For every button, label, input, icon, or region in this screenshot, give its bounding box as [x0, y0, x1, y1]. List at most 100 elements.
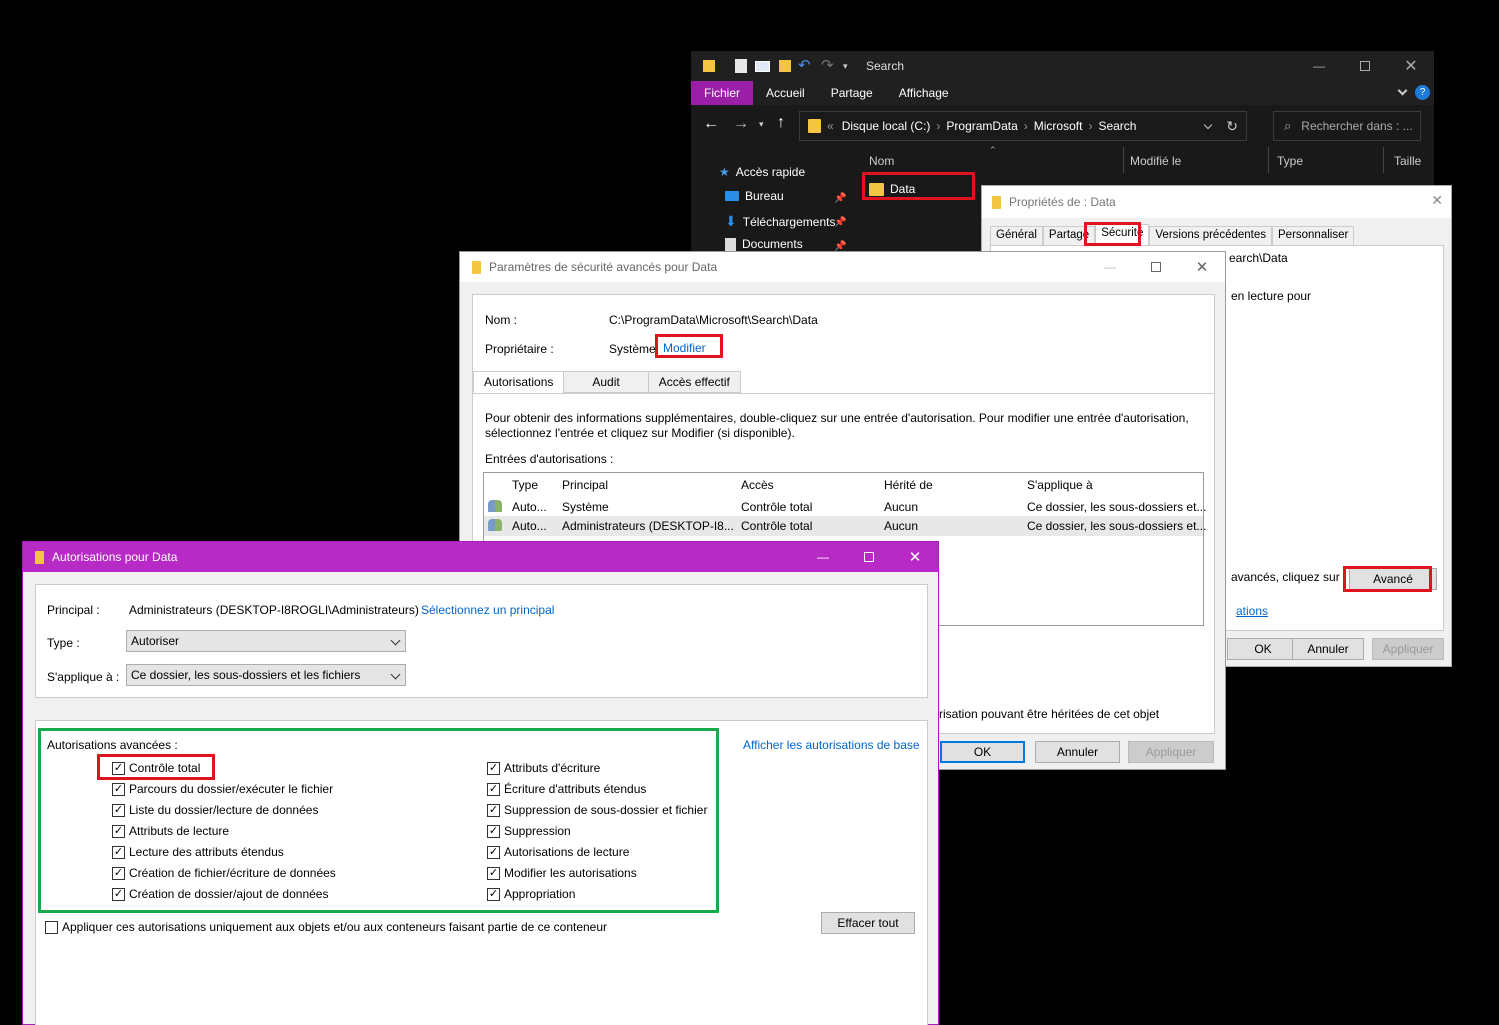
address-bar[interactable]: « Disque local (C:) › ProgramData › Micr…	[799, 111, 1247, 141]
checkbox-checked[interactable]: ✓	[112, 824, 125, 838]
checkbox-checked[interactable]: ✓	[487, 866, 500, 880]
checkbox-full-control[interactable]: ✓ Contrôle total	[112, 761, 200, 775]
tab-partage[interactable]: Partage	[818, 81, 886, 105]
new-window-icon[interactable]	[755, 61, 770, 72]
minimize-button[interactable]: —	[1087, 252, 1133, 282]
ok-button[interactable]: OK	[940, 741, 1025, 763]
crumb-local-disk[interactable]: Disque local (C:)	[842, 119, 931, 133]
tab-audit[interactable]: Audit	[563, 371, 649, 393]
maximize-button[interactable]	[1133, 252, 1179, 282]
tab-acces-effectif[interactable]: Accès effectif	[647, 371, 741, 393]
col-acces[interactable]: Accès	[741, 478, 774, 492]
apply-button[interactable]: Appliquer	[1128, 741, 1214, 763]
tab-accueil[interactable]: Accueil	[753, 81, 818, 105]
checkbox-write-attributes[interactable]: ✓ Attributs d'écriture	[487, 761, 600, 775]
refresh-icon[interactable]: ↻	[1226, 118, 1238, 135]
close-button[interactable]: ✕	[892, 542, 938, 572]
recent-locations-icon[interactable]: ▾	[759, 119, 764, 130]
close-button[interactable]: ✕	[1179, 252, 1225, 282]
learn-more-link[interactable]: ations	[1236, 604, 1268, 618]
checkbox-apply-only[interactable]: Appliquer ces autorisations uniquement a…	[45, 920, 607, 934]
col-type[interactable]: Type	[1277, 154, 1303, 168]
checkbox-read-permissions[interactable]: ✓ Autorisations de lecture	[487, 845, 629, 859]
checkbox-checked[interactable]: ✓	[112, 866, 125, 880]
tab-versions[interactable]: Versions précédentes	[1149, 226, 1272, 246]
advanced-button[interactable]: Avancé	[1349, 568, 1437, 590]
tab-personnaliser[interactable]: Personnaliser	[1272, 226, 1355, 246]
tab-securite[interactable]: Sécurité	[1095, 224, 1150, 246]
checkbox-read-attributes[interactable]: ✓ Attributs de lecture	[112, 824, 229, 838]
maximize-button[interactable]	[846, 542, 892, 572]
table-row[interactable]: Auto... Administrateurs (DESKTOP-I8... C…	[484, 516, 1206, 536]
col-type[interactable]: Type	[512, 478, 538, 492]
checkbox-take-ownership[interactable]: ✓ Appropriation	[487, 887, 575, 901]
checkbox-checked[interactable]: ✓	[487, 887, 500, 901]
col-applique[interactable]: S'applique à	[1027, 478, 1093, 492]
col-modifie[interactable]: Modifié le	[1130, 154, 1181, 168]
checkbox-checked[interactable]: ✓	[112, 782, 125, 796]
nav-bureau[interactable]: Bureau	[725, 189, 784, 203]
applies-select[interactable]: Ce dossier, les sous-dossiers et les fic…	[126, 664, 406, 686]
checkbox-unchecked[interactable]	[45, 920, 58, 934]
crumb-microsoft[interactable]: Microsoft	[1034, 119, 1083, 133]
address-overflow[interactable]: «	[827, 119, 834, 133]
table-row[interactable]: Auto... Système Contrôle total Aucun Ce …	[484, 497, 1206, 517]
checkbox-checked[interactable]: ✓	[112, 887, 125, 901]
select-principal-link[interactable]: Sélectionnez un principal	[421, 603, 554, 617]
close-button[interactable]: ✕	[1388, 51, 1434, 81]
checkbox-delete-subfolders[interactable]: ✓ Suppression de sous-dossier et fichier	[487, 803, 707, 817]
maximize-button[interactable]	[1342, 51, 1388, 81]
checkbox-checked[interactable]: ✓	[112, 803, 125, 817]
checkbox-checked[interactable]: ✓	[112, 845, 125, 859]
checkbox-write-ext-attributes[interactable]: ✓ Écriture d'attributs étendus	[487, 782, 646, 796]
forward-icon[interactable]: →	[733, 115, 749, 133]
col-taille[interactable]: Taille	[1394, 154, 1421, 168]
checkbox-checked[interactable]: ✓	[112, 761, 125, 775]
change-owner-link[interactable]: Modifier	[663, 341, 706, 355]
file-item-data[interactable]: Data	[869, 182, 915, 196]
up-icon[interactable]: ↑	[777, 114, 785, 132]
back-icon[interactable]: ←	[703, 115, 719, 133]
minimize-button[interactable]: —	[1296, 51, 1342, 81]
tab-partage[interactable]: Partage	[1042, 226, 1096, 246]
checkbox-checked[interactable]: ✓	[487, 845, 500, 859]
ok-button[interactable]: OK	[1227, 638, 1299, 660]
checkbox-read-ext-attributes[interactable]: ✓ Lecture des attributs étendus	[112, 845, 284, 859]
checkbox-checked[interactable]: ✓	[487, 782, 500, 796]
checkbox-checked[interactable]: ✓	[487, 761, 500, 775]
column-divider[interactable]	[1383, 147, 1384, 173]
close-icon[interactable]: ✕	[1431, 192, 1443, 209]
help-icon[interactable]: ?	[1415, 85, 1430, 100]
properties-icon[interactable]	[735, 59, 747, 73]
search-box[interactable]: ⌕ Rechercher dans : ...	[1273, 111, 1421, 141]
checkbox-list-read[interactable]: ✓ Liste du dossier/lecture de données	[112, 803, 318, 817]
crumb-search[interactable]: Search	[1098, 119, 1136, 133]
minimize-button[interactable]: —	[800, 542, 846, 572]
redo-icon[interactable]: ↷	[821, 56, 834, 74]
crumb-programdata[interactable]: ProgramData	[946, 119, 1017, 133]
clear-all-button[interactable]: Effacer tout	[821, 912, 915, 934]
nav-quick-access[interactable]: ★ Accès rapide	[719, 165, 805, 179]
nav-telechargements[interactable]: ⬇ Téléchargements	[725, 213, 835, 230]
expand-ribbon-icon[interactable]	[1397, 85, 1408, 96]
type-select[interactable]: Autoriser	[126, 630, 406, 652]
apply-button[interactable]: Appliquer	[1372, 638, 1444, 660]
column-divider[interactable]	[1268, 147, 1269, 173]
checkbox-checked[interactable]: ✓	[487, 803, 500, 817]
column-divider[interactable]	[1123, 147, 1124, 173]
customize-qat-icon[interactable]: ▾	[843, 61, 848, 72]
checkbox-create-folders[interactable]: ✓ Création de dossier/ajout de données	[112, 887, 328, 901]
undo-icon[interactable]: ↶	[798, 56, 811, 74]
checkbox-create-files[interactable]: ✓ Création de fichier/écriture de données	[112, 866, 336, 880]
cancel-button[interactable]: Annuler	[1292, 638, 1364, 660]
tab-autorisations[interactable]: Autorisations	[473, 371, 565, 393]
col-nom[interactable]: Nom	[869, 154, 894, 168]
checkbox-traverse[interactable]: ✓ Parcours du dossier/exécuter le fichier	[112, 782, 333, 796]
cancel-button[interactable]: Annuler	[1035, 741, 1120, 763]
checkbox-checked[interactable]: ✓	[487, 824, 500, 838]
col-principal[interactable]: Principal	[562, 478, 608, 492]
tab-fichier[interactable]: Fichier	[691, 81, 754, 105]
new-folder-icon[interactable]	[779, 60, 791, 72]
tab-affichage[interactable]: Affichage	[886, 81, 962, 105]
address-dropdown-icon[interactable]	[1203, 120, 1213, 130]
